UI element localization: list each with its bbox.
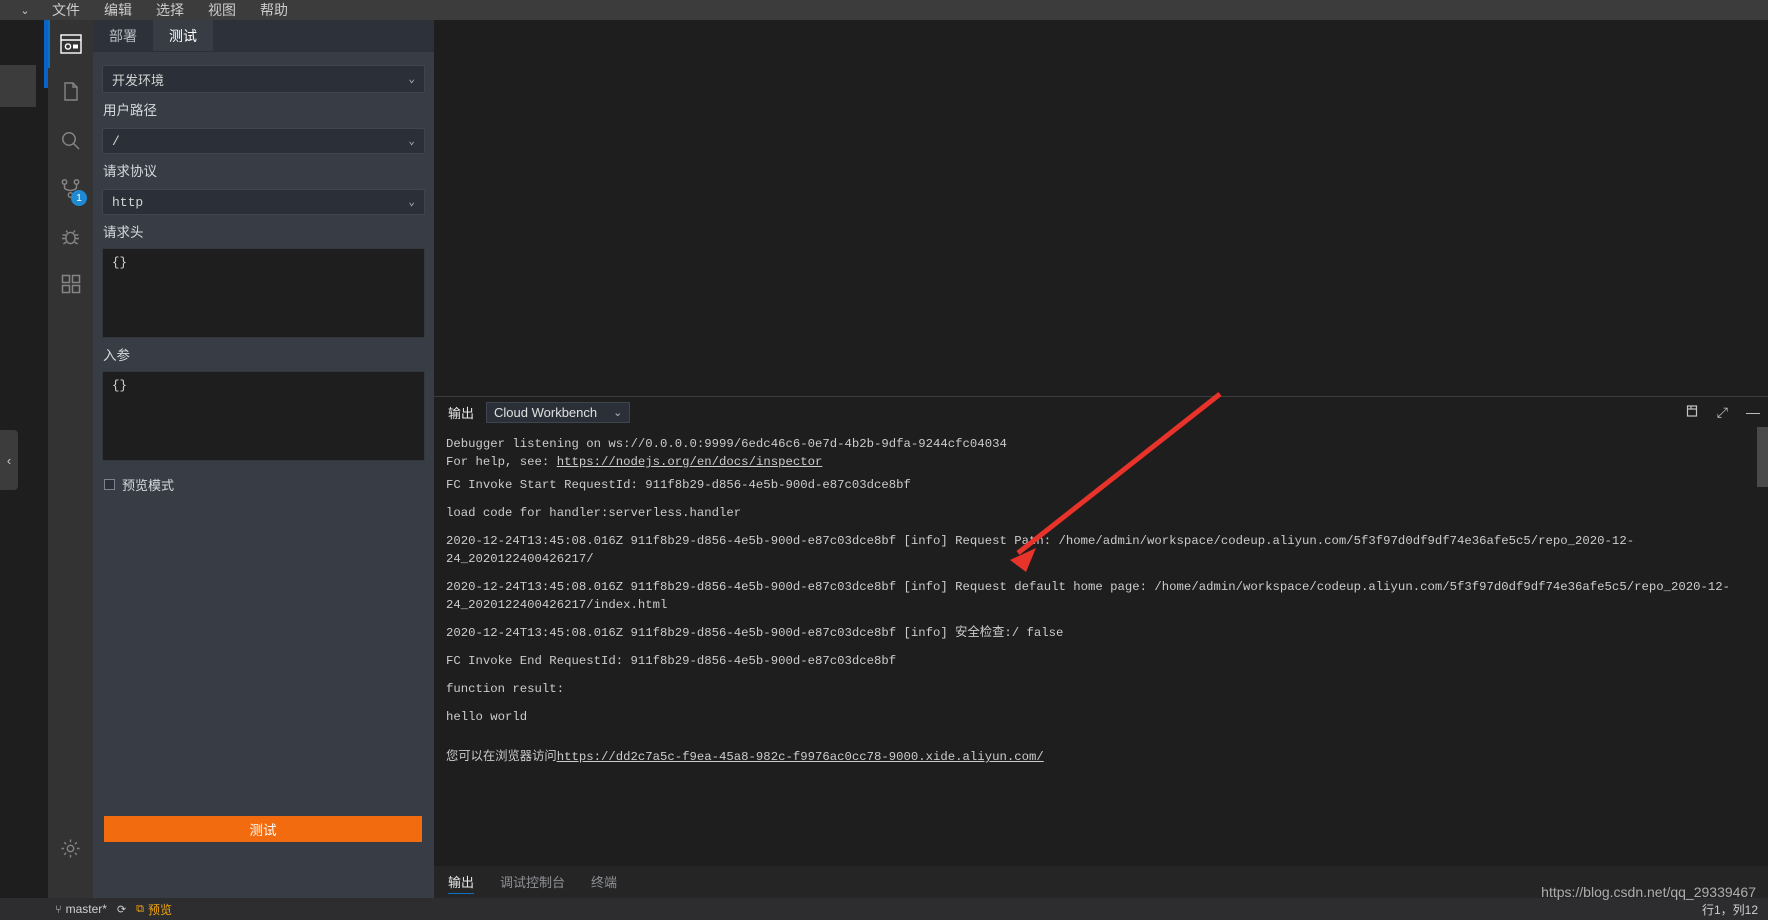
preview-mode-row[interactable]: 预览模式 <box>93 461 434 494</box>
label-user-path: 用户路径 <box>103 103 157 118</box>
log-line: FC Invoke Start RequestId: 911f8b29-d856… <box>446 478 911 492</box>
label-request-params: 入参 <box>103 348 130 363</box>
log-line: hello world <box>446 710 528 724</box>
preview-mode-checkbox[interactable] <box>104 479 115 490</box>
log-line: 2020-12-24T13:45:08.016Z 911f8b29-d856-4… <box>446 626 1064 640</box>
output-channel-value: Cloud Workbench <box>494 404 598 420</box>
output-log[interactable]: Debugger listening on ws://0.0.0.0:9999/… <box>434 427 1768 827</box>
tab-debug-console[interactable]: 调试控制台 <box>500 866 565 900</box>
chevron-down-icon: ⌄ <box>613 406 623 419</box>
log-line: function result: <box>446 682 565 696</box>
output-tab-label[interactable]: 输出 <box>444 403 478 422</box>
request-headers-input[interactable]: {} <box>102 248 425 338</box>
side-panel-tabs: 部署 测试 <box>93 20 434 52</box>
output-panel-actions: ⤢ — <box>1685 397 1760 427</box>
tab-output[interactable]: 输出 <box>448 866 475 900</box>
status-branch[interactable]: ⑂ master* <box>55 902 107 916</box>
footer-prefix: 您可以在浏览器访问 <box>446 749 557 763</box>
label-request-headers: 请求头 <box>103 225 144 240</box>
menu-item-view[interactable]: 视图 <box>196 0 248 20</box>
close-panel-icon[interactable]: — <box>1746 405 1760 419</box>
clear-output-icon[interactable] <box>1685 404 1699 420</box>
extensions-icon[interactable] <box>48 260 93 308</box>
files-icon[interactable] <box>48 68 93 116</box>
search-icon[interactable] <box>48 116 93 164</box>
source-control-icon[interactable]: 1 <box>48 164 93 212</box>
activity-bar: 1 <box>48 20 93 900</box>
log-line: load code for handler:serverless.handler <box>446 506 742 520</box>
label-request-protocol: 请求协议 <box>103 164 157 179</box>
maximize-panel-icon[interactable]: ⤢ <box>1717 405 1728 419</box>
output-scrollbar[interactable] <box>1757 427 1768 487</box>
debug-icon[interactable] <box>48 212 93 260</box>
request-protocol-select[interactable]: http ⌄ <box>102 189 425 215</box>
nodejs-inspector-link[interactable]: https://nodejs.org/en/docs/inspector <box>557 455 823 469</box>
chevron-down-icon[interactable]: ⌄ <box>10 4 40 17</box>
app-window: ‹ ⌄ 文件 编辑 选择 视图 帮助 1 部署 测试 开发环境 ⌄ 用户路径 /… <box>0 0 1768 920</box>
source-control-badge: 1 <box>71 190 87 206</box>
menu-item-help[interactable]: 帮助 <box>248 0 300 20</box>
request-params-input[interactable]: {} <box>102 371 425 461</box>
branch-label: master* <box>65 902 107 916</box>
test-side-panel: 部署 测试 开发环境 ⌄ 用户路径 / ⌄ 请求协议 http ⌄ 请求头 {}… <box>93 20 434 900</box>
chevron-down-icon: ⌄ <box>408 197 415 209</box>
menu-item-select[interactable]: 选择 <box>144 0 196 20</box>
log-line: 2020-12-24T13:45:08.016Z 911f8b29-d856-4… <box>446 580 1731 612</box>
log-line: Debugger listening on ws://0.0.0.0:9999/… <box>446 437 1007 451</box>
log-line-help: For help, see: https://nodejs.org/en/doc… <box>446 455 823 469</box>
test-button[interactable]: 测试 <box>104 816 422 842</box>
user-path-value: / <box>112 133 120 149</box>
preview-mode-label: 预览模式 <box>122 478 175 493</box>
cursor-position[interactable]: 行1，列12 <box>1702 901 1758 918</box>
tab-terminal[interactable]: 终端 <box>591 866 617 900</box>
chevron-down-icon: ⌄ <box>408 136 415 148</box>
tab-test[interactable]: 测试 <box>153 20 213 51</box>
status-preview[interactable]: ⧉ 预览 <box>136 901 172 918</box>
left-strip: ‹ <box>0 0 48 920</box>
tab-deploy[interactable]: 部署 <box>93 20 153 51</box>
gear-icon[interactable] <box>48 824 93 872</box>
preview-icon: ⧉ <box>136 902 145 915</box>
log-line: FC Invoke End RequestId: 911f8b29-d856-4… <box>446 654 897 668</box>
environment-select[interactable]: 开发环境 ⌄ <box>102 65 425 93</box>
menu-item-edit[interactable]: 编辑 <box>92 0 144 20</box>
panel-collapse-handle[interactable]: ‹ <box>0 430 18 490</box>
preview-label: 预览 <box>148 902 173 917</box>
strip-panel-box <box>0 65 36 107</box>
serverless-icon[interactable] <box>48 20 93 68</box>
output-panel-header: 输出 Cloud Workbench ⌄ ⤢ — <box>434 397 1768 427</box>
output-panel: 输出 Cloud Workbench ⌄ ⤢ — Debugger listen… <box>434 396 1768 866</box>
git-branch-icon: ⑂ <box>55 902 62 916</box>
sync-icon: ⟳ <box>116 902 127 916</box>
status-bar: ⑂ master* ⟳ ⧉ 预览 行1，列12 <box>0 898 1768 920</box>
status-sync[interactable]: ⟳ <box>117 903 126 916</box>
menu-bar: ⌄ 文件 编辑 选择 视图 帮助 <box>0 0 1768 20</box>
menu-item-file[interactable]: 文件 <box>40 0 92 20</box>
panel-tab-bar: 输出 调试控制台 终端 <box>434 866 1768 900</box>
chevron-down-icon: ⌄ <box>408 74 415 86</box>
log-line-footer: 您可以在浏览器访问https://dd2c7a5c-f9ea-45a8-982c… <box>446 731 1768 771</box>
log-line: 2020-12-24T13:45:08.016Z 911f8b29-d856-4… <box>446 534 1635 566</box>
request-protocol-value: http <box>112 194 144 210</box>
user-path-select[interactable]: / ⌄ <box>102 128 425 154</box>
output-channel-select[interactable]: Cloud Workbench ⌄ <box>486 401 631 423</box>
preview-url-link[interactable]: https://dd2c7a5c-f9ea-45a8-982c-f9976ac0… <box>557 750 1044 764</box>
environment-value: 开发环境 <box>112 73 165 89</box>
editor-area <box>434 20 1768 396</box>
